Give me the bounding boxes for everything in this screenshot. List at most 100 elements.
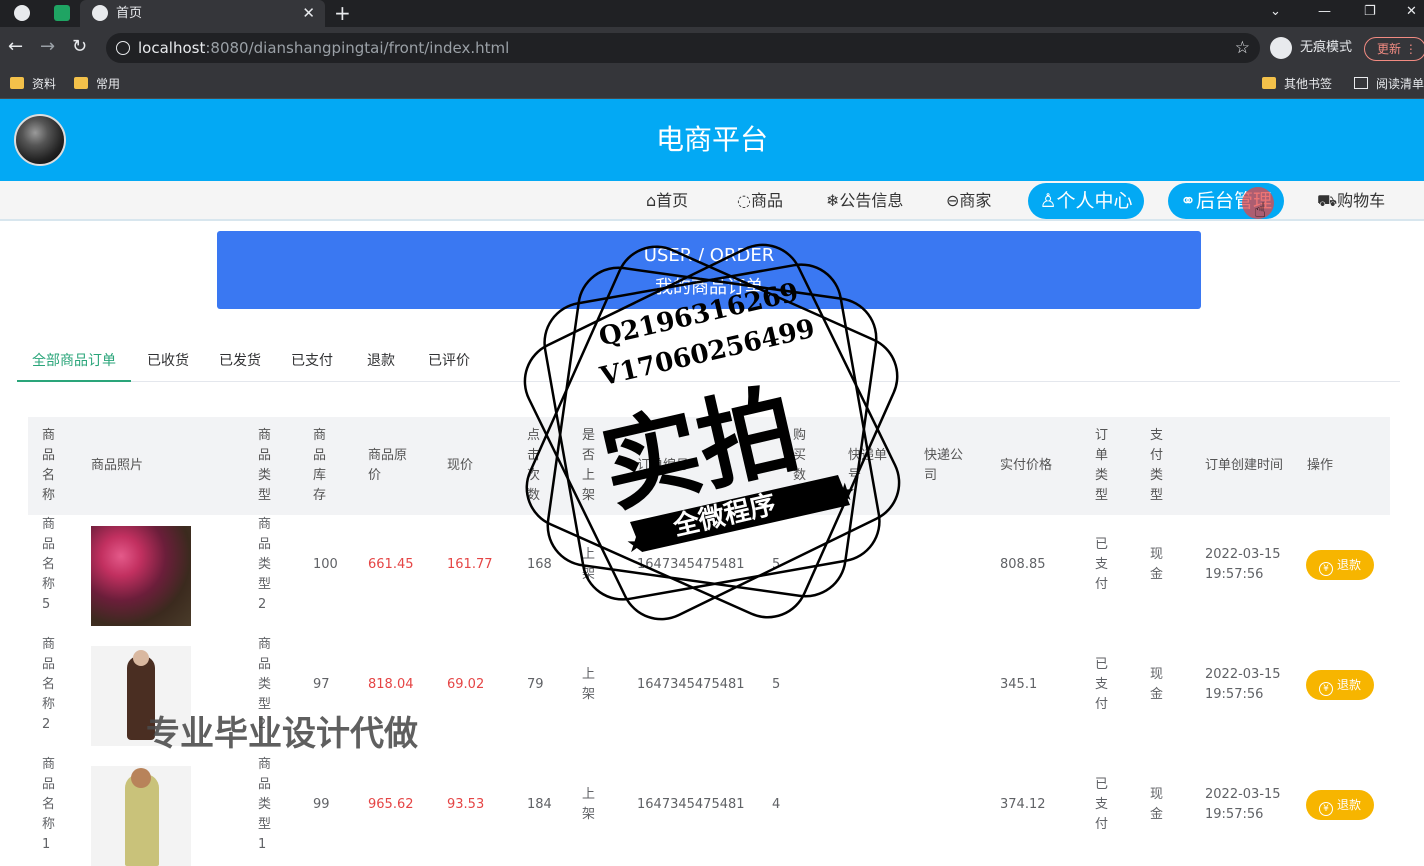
table-cell: 1647345475481 bbox=[637, 557, 745, 572]
restore-icon[interactable]: ❐ bbox=[1364, 0, 1376, 24]
table-cell: 5 bbox=[772, 677, 781, 692]
table-cell: 184 bbox=[527, 797, 552, 812]
nav-notices[interactable]: ❄公告信息 bbox=[826, 181, 903, 221]
table-cell: 商品名称5 bbox=[42, 517, 56, 612]
tab-all-orders[interactable]: 全部商品订单 bbox=[17, 344, 131, 382]
sheets-icon[interactable] bbox=[54, 5, 70, 21]
incognito-icon bbox=[1270, 37, 1292, 59]
tab-paid[interactable]: 已支付 bbox=[291, 344, 333, 382]
refund-label: 退款 bbox=[1336, 798, 1361, 812]
bookmark-label: 阅读清单 bbox=[1376, 77, 1424, 91]
incognito-indicator[interactable]: 无痕模式 bbox=[1270, 36, 1352, 60]
table-cell: 商品名称2 bbox=[42, 637, 56, 732]
table-cell: 168 bbox=[527, 557, 552, 572]
nav-home[interactable]: ⌂首页 bbox=[646, 181, 688, 221]
yen-icon: ¥ bbox=[1318, 682, 1333, 696]
table-cell: 345.1 bbox=[1000, 677, 1038, 692]
update-button[interactable]: 更新 ⋮ bbox=[1364, 37, 1424, 61]
back-icon[interactable]: ← bbox=[8, 36, 23, 58]
link-icon: ⚭ bbox=[1180, 190, 1196, 212]
update-label: 更新 bbox=[1377, 42, 1402, 56]
globe-icon[interactable] bbox=[14, 5, 30, 21]
globe-icon bbox=[92, 5, 108, 21]
bookmark-folder[interactable]: 资料 bbox=[10, 69, 56, 99]
table-cell: 374.12 bbox=[1000, 797, 1046, 812]
table-cell: 79 bbox=[527, 677, 544, 692]
nav-products[interactable]: ◌商品 bbox=[737, 181, 783, 221]
table-cell: 99 bbox=[313, 797, 330, 812]
site-info-icon[interactable] bbox=[116, 41, 130, 55]
tab-reviewed[interactable]: 已评价 bbox=[428, 344, 470, 382]
nav-merchants[interactable]: ⊖商家 bbox=[946, 181, 991, 221]
refund-button[interactable]: ¥ 退款 bbox=[1306, 670, 1374, 700]
table-cell: 100 bbox=[313, 557, 338, 572]
bookmark-folder[interactable]: 常用 bbox=[74, 69, 120, 99]
table-cell: 965.62 bbox=[368, 797, 414, 812]
tab-search-icon[interactable]: ⌄ bbox=[1270, 0, 1281, 24]
column-header: 订单类型 bbox=[1095, 428, 1109, 503]
nav-user-center[interactable]: ♙个人中心 bbox=[1028, 183, 1144, 219]
column-header: 操作 bbox=[1307, 458, 1334, 473]
site-nav: ⌂首页 ◌商品 ❄公告信息 ⊖商家 ♙个人中心 ⚭后台管理 ⛟购物车 bbox=[0, 181, 1424, 221]
nav-label: 购物车 bbox=[1337, 191, 1386, 210]
snowflake-icon: ❄ bbox=[826, 191, 840, 210]
url-bar[interactable]: localhost:8080/dianshangpingtai/front/in… bbox=[106, 33, 1260, 63]
folder-icon bbox=[1262, 77, 1276, 89]
bookmark-label: 其他书签 bbox=[1284, 77, 1333, 91]
browser-tab-strip: 首页 ✕ + ⌄ — ❐ ✕ bbox=[0, 0, 1424, 27]
table-cell: 818.04 bbox=[368, 677, 414, 692]
table-cell: 商品类型1 bbox=[258, 757, 272, 852]
folder-icon bbox=[74, 77, 88, 89]
forward-icon[interactable]: → bbox=[40, 36, 55, 58]
reading-list[interactable]: 阅读清单 bbox=[1354, 69, 1424, 99]
incognito-label: 无痕模式 bbox=[1300, 40, 1353, 55]
nav-label: 商品 bbox=[750, 191, 783, 210]
reading-list-icon bbox=[1354, 77, 1368, 89]
folder-icon bbox=[10, 77, 24, 89]
table-cell: 93.53 bbox=[447, 797, 485, 812]
table-cell: 808.85 bbox=[1000, 557, 1046, 572]
bookmark-label: 常用 bbox=[96, 77, 121, 91]
nav-label: 首页 bbox=[656, 191, 689, 210]
tab-refund[interactable]: 退款 bbox=[367, 344, 395, 382]
column-header: 快递单号 bbox=[848, 448, 888, 483]
hand-cursor-icon: ☝ bbox=[1254, 198, 1267, 222]
column-header: 支付类型 bbox=[1150, 428, 1164, 503]
table-cell: 97 bbox=[313, 677, 330, 692]
user-icon: ♙ bbox=[1039, 190, 1057, 212]
nav-cart[interactable]: ⛟购物车 bbox=[1317, 181, 1385, 221]
table-cell: 现金 bbox=[1150, 547, 1164, 582]
url-host: localhost bbox=[138, 39, 206, 57]
watermark-bottom: 专业毕业设计代做 bbox=[146, 714, 418, 754]
table-cell: 现金 bbox=[1150, 667, 1164, 702]
tab-received[interactable]: 已收货 bbox=[147, 344, 189, 382]
table-cell: 商品类型2 bbox=[258, 517, 272, 612]
new-tab-icon[interactable]: + bbox=[334, 0, 351, 27]
reload-icon[interactable]: ↻ bbox=[72, 36, 87, 58]
column-header: 商品照片 bbox=[91, 458, 144, 473]
minimize-icon[interactable]: — bbox=[1318, 0, 1331, 24]
column-header: 现价 bbox=[447, 458, 474, 473]
table-cell: 已支付 bbox=[1095, 537, 1109, 592]
browser-tab-home[interactable]: 首页 ✕ bbox=[80, 0, 325, 27]
order-time: 19:57:56 bbox=[1205, 567, 1264, 582]
refund-button[interactable]: ¥ 退款 bbox=[1306, 790, 1374, 820]
tab-shipped[interactable]: 已发货 bbox=[219, 344, 261, 382]
column-header: 订单创建时间 bbox=[1205, 458, 1284, 473]
table-cell: 661.45 bbox=[368, 557, 414, 572]
column-header: 商品库存 bbox=[313, 428, 327, 503]
site-header: 电商平台 bbox=[0, 99, 1424, 181]
table-cell: 上架 bbox=[582, 667, 596, 702]
table-cell: 已支付 bbox=[1095, 657, 1109, 712]
column-header: 点击次数 bbox=[527, 428, 541, 503]
refund-label: 退款 bbox=[1336, 558, 1361, 572]
table-cell: 69.02 bbox=[447, 677, 485, 692]
order-time: 19:57:56 bbox=[1205, 807, 1264, 822]
table-cell: 2022-03-15 19:57:56 bbox=[1205, 665, 1295, 705]
other-bookmarks[interactable]: 其他书签 bbox=[1262, 69, 1332, 99]
refund-button[interactable]: ¥ 退款 bbox=[1306, 550, 1374, 580]
window-close-icon[interactable]: ✕ bbox=[1406, 0, 1417, 24]
close-icon[interactable]: ✕ bbox=[302, 0, 315, 27]
bookmark-star-icon[interactable]: ☆ bbox=[1235, 33, 1250, 63]
nav-label: 公告信息 bbox=[839, 191, 904, 210]
